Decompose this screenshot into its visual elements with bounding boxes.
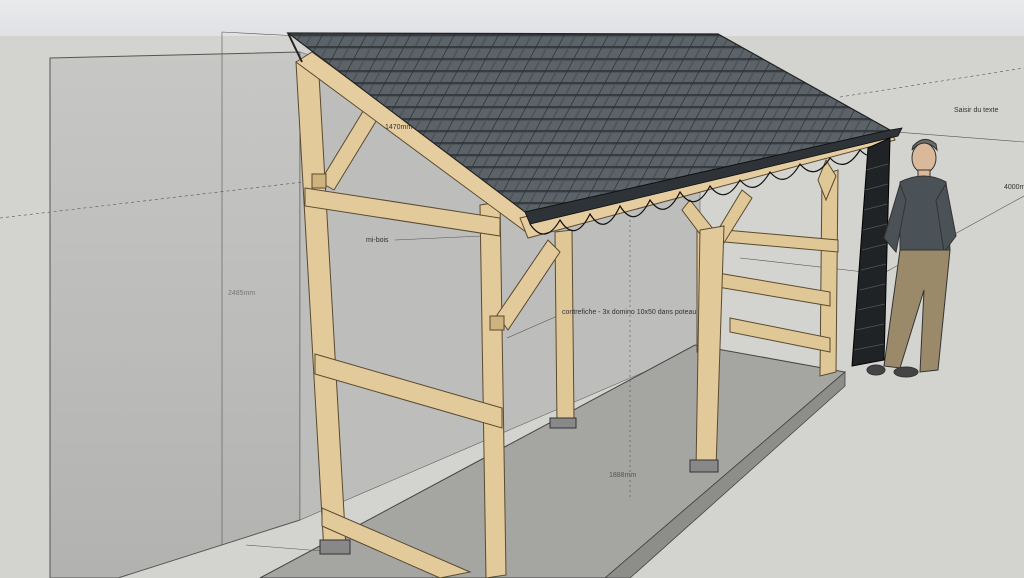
height-dimension-label: 2485mm (228, 290, 256, 297)
scene-canvas[interactable] (0, 0, 1024, 578)
downpipe[interactable] (851, 137, 891, 367)
depth-dimension-label: 1888mm (609, 472, 637, 479)
notch-label: mi-bois (366, 237, 389, 244)
brace-label: contrefiche - 3x domino 10x50 dans potea… (562, 309, 697, 316)
width-dimension-label: 1470mm (385, 124, 413, 131)
text-tool-input[interactable]: Saisir du texte (954, 107, 998, 114)
length-dimension-label: 4000mm (1004, 184, 1024, 191)
back-wall[interactable] (49, 51, 301, 578)
3d-viewport[interactable]: 1470mm mi-bois contrefiche - 3x domino 1… (0, 0, 1024, 578)
